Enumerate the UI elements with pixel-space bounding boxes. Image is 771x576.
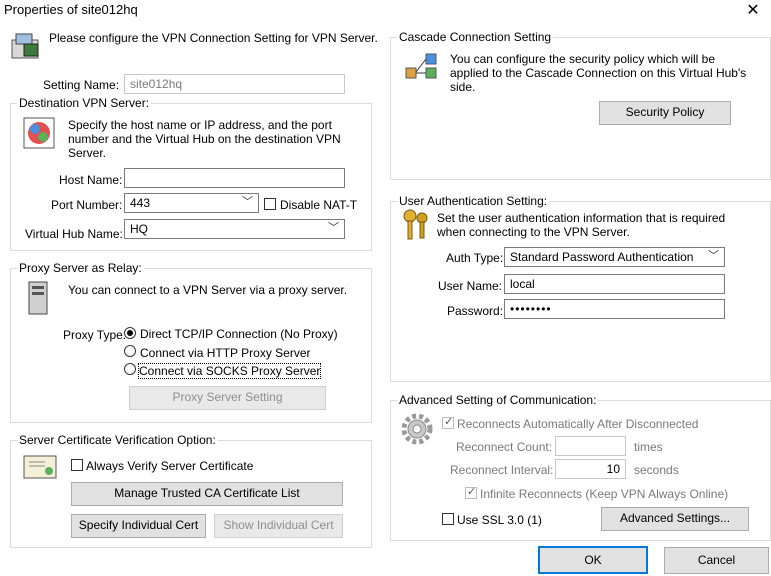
advanced-settings-button[interactable]: Advanced Settings... [601, 507, 749, 531]
auto-reconnect-checkbox[interactable]: ✓ [442, 416, 454, 429]
reconnect-interval-input[interactable]: 10 [555, 459, 626, 479]
proxy-legend: Proxy Server as Relay: [19, 261, 142, 275]
use-ssl3-label: Use SSL 3.0 (1) [457, 513, 542, 527]
proxy-server-setting-button[interactable]: Proxy Server Setting [129, 386, 326, 410]
manage-ca-list-button[interactable]: Manage Trusted CA Certificate List [71, 482, 343, 506]
chevron-down-icon: ﹀ [328, 222, 339, 234]
intro-text: Please configure the VPN Connection Sett… [49, 31, 378, 45]
proxy-socks-label: Connect via SOCKS Proxy Server [137, 363, 322, 379]
auth-type-value: Standard Password Authentication [510, 250, 694, 264]
ok-button[interactable]: OK [538, 546, 648, 574]
port-number-value: 443 [130, 196, 151, 210]
auth-type-combo[interactable]: Standard Password Authentication ﹀ [504, 247, 725, 267]
auth-desc: Set the user authentication information … [437, 211, 726, 239]
auto-reconnect-label: Reconnects Automatically After Disconnec… [457, 417, 699, 431]
virtual-hub-label: Virtual Hub Name: [25, 227, 123, 241]
user-name-label: User Name: [438, 279, 503, 293]
password-label: Password: [447, 304, 504, 318]
chevron-down-icon: ﹀ [708, 250, 719, 262]
port-number-combo[interactable]: 443 ﹀ [124, 193, 259, 213]
auth-type-label: Auth Type: [446, 251, 504, 265]
disable-nat-t-checkbox[interactable] [264, 198, 276, 210]
virtual-hub-value: HQ [130, 222, 148, 236]
advanced-legend: Advanced Setting of Communication: [399, 393, 597, 407]
always-verify-checkbox[interactable] [71, 459, 83, 471]
always-verify-label: Always Verify Server Certificate [86, 459, 254, 473]
proxy-direct-label: Direct TCP/IP Connection (No Proxy) [140, 327, 338, 341]
reconnect-interval-label: Reconnect Interval: [450, 463, 554, 477]
cancel-button[interactable]: Cancel [664, 547, 769, 574]
cascade-legend: Cascade Connection Setting [399, 30, 552, 44]
infinite-reconnect-checkbox[interactable]: ✓ [465, 486, 477, 499]
security-policy-button[interactable]: Security Policy [599, 101, 731, 125]
port-number-label: Port Number: [51, 198, 123, 212]
proxy-direct-radio[interactable] [124, 327, 136, 339]
proxy-server-icon [28, 281, 48, 315]
vpn-connection-icon [11, 33, 39, 59]
cascade-desc: You can configure the security policy wh… [450, 52, 747, 94]
server-globe-icon [23, 117, 55, 149]
auth-legend: User Authentication Setting: [399, 194, 548, 208]
host-name-input[interactable] [124, 168, 345, 188]
proxy-socks-radio[interactable] [124, 363, 136, 375]
proxy-http-radio[interactable] [124, 345, 136, 357]
chevron-down-icon: ﹀ [242, 196, 253, 208]
reconnect-interval-unit: seconds [634, 463, 679, 477]
reconnect-count-unit: times [634, 440, 663, 454]
setting-name-field[interactable]: site012hq [124, 74, 345, 94]
network-cascade-icon [405, 53, 437, 79]
proxy-type-label: Proxy Type: [63, 328, 127, 342]
gear-icon [401, 413, 433, 445]
close-icon[interactable]: ✕ [743, 0, 763, 20]
show-individual-cert-button[interactable]: Show Individual Cert [214, 514, 343, 538]
proxy-http-label: Connect via HTTP Proxy Server [140, 346, 311, 360]
certificate-icon [23, 455, 57, 479]
password-input[interactable]: •••••••• [504, 299, 725, 319]
reconnect-count-input[interactable] [555, 436, 626, 456]
destination-desc: Specify the host name or IP address, and… [68, 118, 341, 160]
proxy-desc: You can connect to a VPN Server via a pr… [68, 283, 348, 297]
keys-icon [403, 209, 428, 240]
window-title: Properties of site012hq [4, 2, 138, 17]
cert-legend: Server Certificate Verification Option: [19, 433, 216, 447]
virtual-hub-combo[interactable]: HQ ﹀ [124, 219, 345, 239]
destination-legend: Destination VPN Server: [19, 96, 150, 110]
disable-nat-t-label: Disable NAT-T [280, 198, 358, 212]
user-name-input[interactable]: local [504, 274, 725, 294]
host-name-label: Host Name: [59, 173, 123, 187]
setting-name-label: Setting Name: [43, 78, 120, 92]
specify-individual-cert-button[interactable]: Specify Individual Cert [71, 514, 206, 538]
use-ssl3-checkbox[interactable] [442, 513, 454, 525]
reconnect-count-label: Reconnect Count: [456, 440, 553, 454]
infinite-reconnect-label: Infinite Reconnects (Keep VPN Always Onl… [480, 487, 729, 501]
